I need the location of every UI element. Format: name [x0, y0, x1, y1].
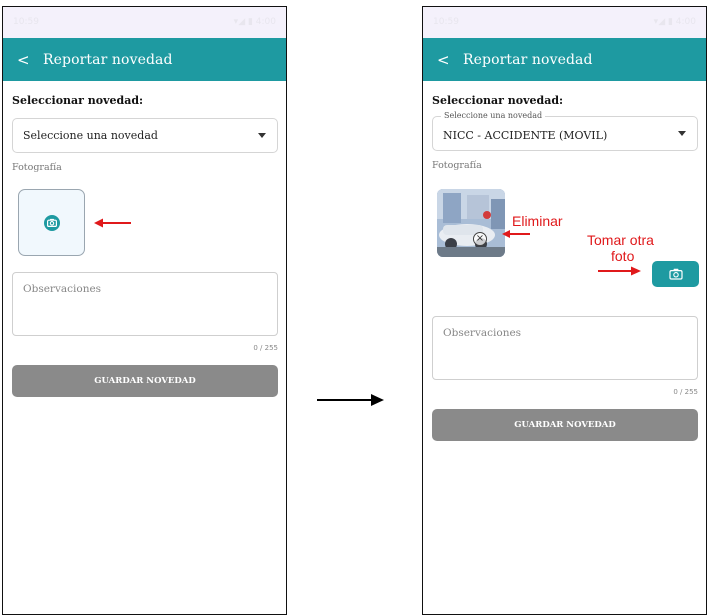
char-counter: 0 / 255 [253, 344, 278, 352]
delete-photo-icon[interactable]: × [473, 232, 487, 246]
take-photo-button[interactable] [18, 189, 85, 256]
dropdown-caret-icon [258, 133, 266, 138]
camera-icon [43, 214, 60, 231]
status-bar: 10:59 ▾◢ ▮ 4:00 [3, 7, 286, 38]
arrow-left-icon [502, 230, 530, 238]
photo-label: Fotografía [432, 160, 482, 171]
observations-placeholder: Observaciones [443, 327, 522, 339]
novedad-select[interactable]: Seleccione una novedad NICC - ACCIDENTE … [432, 111, 698, 151]
page-title: Reportar novedad [463, 51, 593, 68]
retake-annotation-line1: Tomar otra [587, 232, 654, 248]
photo-image [437, 189, 505, 257]
status-icons: ▾◢ ▮ 4:00 [233, 17, 276, 27]
chevron-left-icon[interactable]: < [17, 51, 37, 69]
photo-thumbnail: × [437, 189, 505, 257]
select-placeholder: Seleccione una novedad [23, 129, 158, 142]
page-title: Reportar novedad [43, 51, 173, 68]
dropdown-caret-icon [678, 131, 686, 136]
observations-input[interactable]: Observaciones [12, 272, 278, 336]
char-counter: 0 / 255 [673, 388, 698, 396]
status-bar: 10:59 ▾◢ ▮ 4:00 [423, 7, 706, 38]
novedad-select[interactable]: Seleccione una novedad [12, 118, 278, 153]
status-time: 10:59 [13, 17, 39, 27]
chevron-left-icon[interactable]: < [437, 51, 457, 69]
arrow-right-icon [598, 266, 641, 276]
phone-screen-before: 10:59 ▾◢ ▮ 4:00 < Reportar novedad Selec… [2, 6, 287, 615]
select-value: NICC - ACCIDENTE (MOVIL) [443, 129, 608, 142]
flow-arrow-icon [317, 394, 384, 406]
observations-placeholder: Observaciones [23, 283, 102, 295]
section-label: Seleccionar novedad: [432, 94, 564, 107]
save-button-label: GUARDAR NOVEDAD [94, 376, 196, 386]
photo-label: Fotografía [12, 162, 62, 173]
phone-screen-after: 10:59 ▾◢ ▮ 4:00 < Reportar novedad Selec… [422, 6, 707, 615]
status-time: 10:59 [433, 17, 459, 27]
retake-photo-button[interactable] [652, 261, 699, 287]
save-button[interactable]: GUARDAR NOVEDAD [12, 365, 278, 397]
section-label: Seleccionar novedad: [12, 94, 144, 107]
form: Seleccionar novedad: Seleccione una nove… [3, 94, 286, 397]
app-bar: < Reportar novedad [3, 38, 286, 81]
save-button-label: GUARDAR NOVEDAD [514, 420, 616, 430]
delete-annotation: Eliminar [512, 213, 563, 229]
status-icons: ▾◢ ▮ 4:00 [653, 17, 696, 27]
retake-annotation-line2: foto [611, 248, 635, 264]
arrow-left-icon [94, 218, 131, 228]
observations-input[interactable]: Observaciones [432, 316, 698, 380]
camera-icon [668, 268, 683, 280]
select-floating-label: Seleccione una novedad [441, 111, 546, 120]
save-button[interactable]: GUARDAR NOVEDAD [432, 409, 698, 441]
app-bar: < Reportar novedad [423, 38, 706, 81]
